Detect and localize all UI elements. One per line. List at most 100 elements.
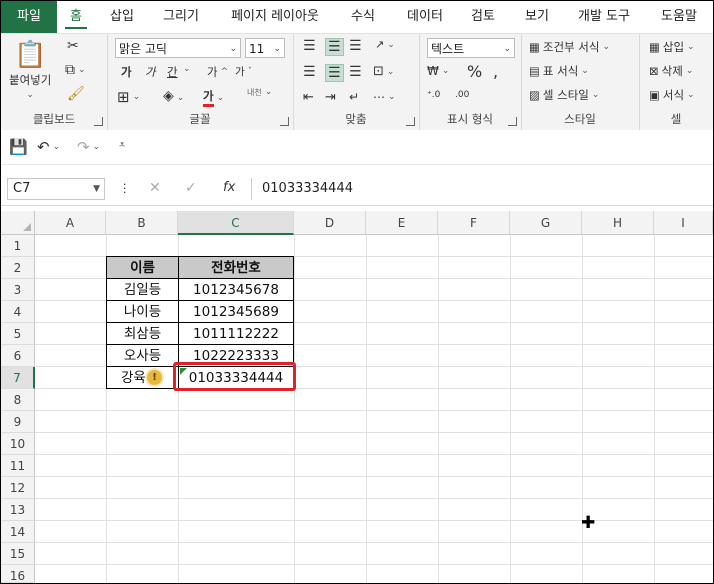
- top-align-button[interactable]: ☰: [303, 38, 316, 54]
- enter-button[interactable]: ✓: [185, 180, 197, 196]
- row-header-15[interactable]: 15: [1, 543, 35, 565]
- alignment-launcher-icon[interactable]: ⌟: [406, 117, 415, 126]
- row-header-5[interactable]: 5: [1, 323, 35, 345]
- select-all-button[interactable]: [1, 211, 35, 235]
- tab-insert[interactable]: 삽입: [101, 1, 143, 33]
- align-center-button[interactable]: ☰: [325, 64, 344, 82]
- tab-page-layout[interactable]: 페이지 레이아웃: [219, 1, 331, 33]
- name-box[interactable]: C7 ▼: [7, 178, 105, 200]
- borders-button[interactable]: ⊞ ⌄: [117, 88, 140, 106]
- row-header-1[interactable]: 1: [1, 235, 35, 257]
- tab-data[interactable]: 데이터: [397, 1, 453, 33]
- row-header-4[interactable]: 4: [1, 301, 35, 323]
- column-header-d[interactable]: D: [294, 211, 366, 235]
- column-header-f[interactable]: F: [438, 211, 510, 235]
- tab-help[interactable]: 도움말: [649, 1, 709, 33]
- insert-function-button[interactable]: fx: [223, 180, 235, 195]
- row-header-12[interactable]: 12: [1, 477, 35, 499]
- copy-button[interactable]: ⧉ ⌄: [65, 62, 86, 78]
- tab-formulas[interactable]: 수식: [341, 1, 385, 33]
- redo-button[interactable]: ↷ ⌄: [77, 138, 100, 156]
- tab-review[interactable]: 검토: [461, 1, 505, 33]
- orientation-button[interactable]: ↗ ⌄: [375, 38, 395, 51]
- increase-indent-button[interactable]: ⇥: [325, 90, 336, 105]
- cut-button[interactable]: ✂: [67, 38, 79, 54]
- number-launcher-icon[interactable]: ⌟: [508, 117, 517, 126]
- format-painter-button[interactable]: 🖌: [67, 86, 85, 102]
- row-header-3[interactable]: 3: [1, 279, 35, 301]
- column-header-a[interactable]: A: [35, 211, 106, 235]
- row-header-16[interactable]: 16: [1, 565, 35, 583]
- formula-input[interactable]: 01033334444: [251, 178, 713, 200]
- font-size-select[interactable]: 11 ⌄: [245, 38, 285, 58]
- tab-home[interactable]: 홈: [61, 1, 91, 33]
- row-header-11[interactable]: 11: [1, 455, 35, 477]
- error-warning-icon[interactable]: !: [147, 370, 162, 385]
- row-header-7[interactable]: 7: [1, 367, 35, 389]
- merge-center-button[interactable]: ⊡ ⌄: [373, 64, 394, 79]
- underline-button[interactable]: 간: [167, 64, 178, 80]
- fill-color-button[interactable]: ◈ ⌄: [163, 88, 184, 107]
- comma-style-button[interactable]: ,: [493, 62, 498, 81]
- tab-developer[interactable]: 개발 도구: [569, 1, 639, 33]
- row-header-6[interactable]: 6: [1, 345, 35, 367]
- accounting-format-button[interactable]: ₩ ⌄: [427, 64, 449, 78]
- shrink-font-button[interactable]: 가ˇ: [235, 64, 252, 79]
- grow-font-button[interactable]: 가 ^: [207, 64, 228, 80]
- align-right-button[interactable]: ☰: [349, 64, 362, 80]
- table-cell-phone[interactable]: 1012345689: [178, 300, 294, 323]
- alignment-more-button[interactable]: ⋯ ⌄: [373, 90, 396, 104]
- decrease-decimal-button[interactable]: .00: [455, 90, 469, 100]
- column-header-e[interactable]: E: [366, 211, 438, 235]
- table-cell-phone[interactable]: 1011112222: [178, 322, 294, 345]
- conditional-formatting-button[interactable]: ▦ 조건부 서식 ⌄: [529, 39, 610, 55]
- column-header-g[interactable]: G: [510, 211, 582, 235]
- percent-style-button[interactable]: %: [467, 62, 482, 81]
- row-header-2[interactable]: 2: [1, 257, 35, 279]
- column-header-i[interactable]: I: [654, 211, 713, 235]
- row-header-13[interactable]: 13: [1, 499, 35, 521]
- decrease-indent-button[interactable]: ⇤: [303, 90, 314, 105]
- row-header-10[interactable]: 10: [1, 433, 35, 455]
- font-name-select[interactable]: 맑은 고딕 ⌄: [115, 38, 241, 58]
- column-header-b[interactable]: B: [106, 211, 178, 235]
- cell-styles-button[interactable]: ▨ 셀 스타일 ⌄: [529, 87, 599, 103]
- insert-cells-button[interactable]: ▦ 삽입 ⌄: [649, 39, 695, 55]
- row-header-14[interactable]: 14: [1, 521, 35, 543]
- bottom-align-button[interactable]: ☰: [349, 38, 362, 54]
- format-cells-button[interactable]: ▣ 서식 ⌄: [649, 87, 695, 103]
- column-header-h[interactable]: H: [582, 211, 654, 235]
- delete-cells-button[interactable]: ⊠ 삭제 ⌄: [649, 63, 693, 79]
- tab-view[interactable]: 보기: [515, 1, 559, 33]
- wrap-text-button[interactable]: ↵: [349, 90, 359, 104]
- font-color-button[interactable]: 가 ⌄: [203, 88, 224, 107]
- underline-dropdown[interactable]: ⌄: [183, 64, 191, 74]
- number-format-select[interactable]: 텍스트 ⌄: [427, 38, 515, 58]
- customize-qat-button[interactable]: ⩡: [119, 138, 125, 152]
- table-cell-name[interactable]: 최삼등: [106, 322, 179, 345]
- clipboard-launcher-icon[interactable]: ⌟: [94, 117, 103, 126]
- spreadsheet-grid[interactable]: A B C D E F G H I 1 2 3 4 5 6 7 8 9 10 1…: [1, 211, 713, 583]
- format-as-table-button[interactable]: ▤ 표 서식 ⌄: [529, 63, 589, 79]
- italic-button[interactable]: 가: [145, 64, 156, 80]
- paste-button[interactable]: 📋 붙여넣기 ⌄: [9, 40, 51, 100]
- table-header-name[interactable]: 이름: [106, 256, 179, 279]
- middle-align-button[interactable]: ☰: [325, 38, 344, 56]
- table-cell-phone[interactable]: 1012345678: [178, 278, 294, 301]
- tab-file[interactable]: 파일: [1, 1, 57, 33]
- table-cell-name[interactable]: 강육: [106, 366, 179, 389]
- bold-button[interactable]: 가: [121, 64, 132, 80]
- table-cell-name[interactable]: 김일등: [106, 278, 179, 301]
- align-left-button[interactable]: ☰: [303, 64, 316, 80]
- cancel-button[interactable]: ✕: [149, 180, 161, 196]
- table-cell-name[interactable]: 오사등: [106, 344, 179, 367]
- row-header-8[interactable]: 8: [1, 389, 35, 411]
- row-header-9[interactable]: 9: [1, 411, 35, 433]
- increase-decimal-button[interactable]: ⁺.0: [427, 90, 440, 100]
- phonetic-button[interactable]: 내천 ⌄: [247, 88, 272, 98]
- save-button[interactable]: 💾: [9, 138, 28, 156]
- column-header-c[interactable]: C: [178, 211, 294, 235]
- table-cell-name[interactable]: 나이등: [106, 300, 179, 323]
- table-header-phone[interactable]: 전화번호: [178, 256, 294, 279]
- tab-draw[interactable]: 그리기: [153, 1, 209, 33]
